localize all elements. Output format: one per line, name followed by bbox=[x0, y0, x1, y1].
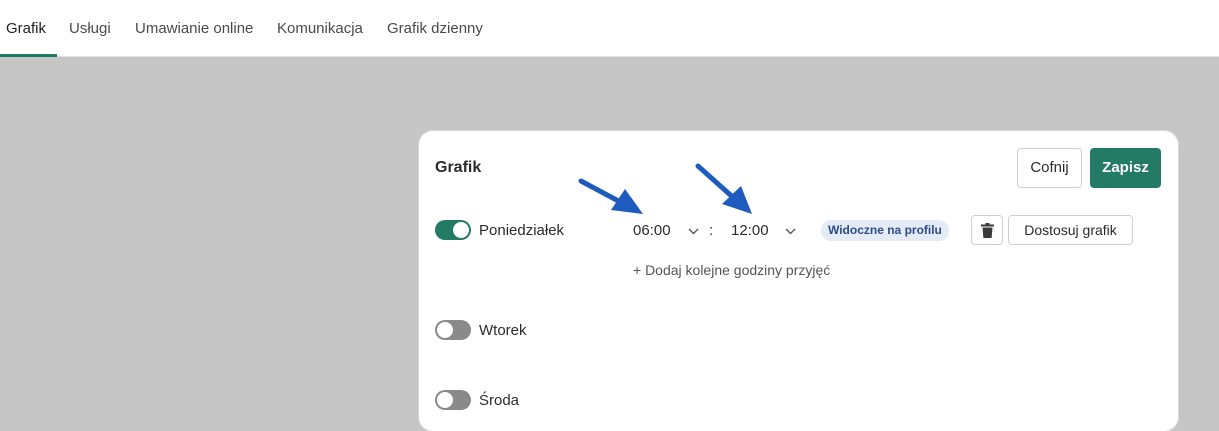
end-time-value: 12:00 bbox=[731, 222, 769, 239]
toggle-knob bbox=[453, 222, 469, 238]
visibility-badge: Widoczne na profilu bbox=[821, 220, 949, 241]
monday-toggle[interactable] bbox=[435, 220, 471, 240]
schedule-panel: Grafik Cofnij Zapisz Poniedziałek 06:00 … bbox=[419, 131, 1178, 431]
panel-title: Grafik bbox=[435, 159, 482, 176]
wednesday-toggle[interactable] bbox=[435, 390, 471, 410]
start-time-value: 06:00 bbox=[633, 222, 671, 239]
tab-komunikacja[interactable]: Komunikacja bbox=[277, 0, 363, 57]
end-time-select[interactable]: 12:00 bbox=[731, 222, 799, 242]
tuesday-label: Wtorek bbox=[479, 322, 527, 339]
start-time-select[interactable]: 06:00 bbox=[633, 222, 701, 242]
active-tab-indicator bbox=[0, 54, 57, 57]
undo-button[interactable]: Cofnij bbox=[1017, 148, 1082, 188]
toggle-knob bbox=[437, 322, 453, 338]
monday-label: Poniedziałek bbox=[479, 222, 565, 239]
add-hours-link[interactable]: + Dodaj kolejne godziny przyjęć bbox=[633, 262, 830, 278]
chevron-down-icon bbox=[688, 228, 699, 235]
toggle-knob bbox=[437, 392, 453, 408]
tab-grafik-dzienny[interactable]: Grafik dzienny bbox=[387, 0, 483, 57]
time-separator: : bbox=[709, 222, 714, 239]
adjust-schedule-button[interactable]: Dostosuj grafik bbox=[1008, 215, 1133, 245]
save-button[interactable]: Zapisz bbox=[1090, 148, 1161, 188]
tab-uslugi[interactable]: Usługi bbox=[69, 0, 111, 57]
tab-grafik[interactable]: Grafik bbox=[6, 0, 46, 57]
trash-icon bbox=[981, 223, 994, 238]
top-navigation: Grafik Usługi Umawianie online Komunikac… bbox=[0, 0, 1219, 57]
wednesday-label: Środa bbox=[479, 392, 520, 409]
tuesday-toggle[interactable] bbox=[435, 320, 471, 340]
delete-button[interactable] bbox=[971, 215, 1003, 245]
tab-umawianie-online[interactable]: Umawianie online bbox=[135, 0, 253, 57]
chevron-down-icon bbox=[785, 228, 796, 235]
